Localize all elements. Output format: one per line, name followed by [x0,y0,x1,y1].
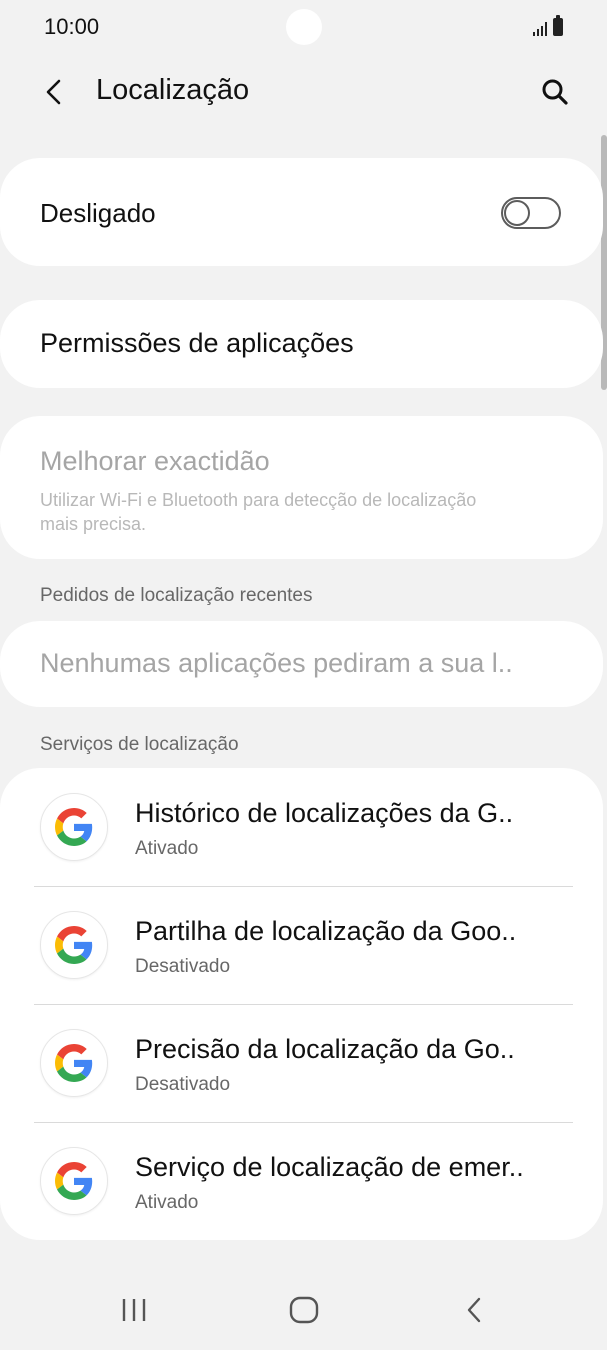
service-status: Ativado [135,838,199,859]
service-item-location-accuracy[interactable]: Precisão da localização da Go.. Desativa… [0,1004,603,1122]
google-icon [40,1147,108,1215]
improve-accuracy-title: Melhorar exactidão [40,446,270,476]
search-icon [542,79,568,105]
status-icons [533,15,563,36]
service-title: Serviço de localização de emer.. [135,1152,524,1182]
nav-back-icon [467,1297,481,1323]
battery-icon [553,15,563,36]
recent-requests-empty: Nenhumas aplicações pediram a sua l.. [40,648,513,678]
back-button[interactable] [32,70,76,114]
page-title: Localização [96,74,250,106]
recent-apps-icon [122,1299,146,1321]
google-icon [40,793,108,861]
phone-screen: 10:00 Localização Desligado Permissões d… [0,0,607,1350]
nav-back-button[interactable] [444,1288,504,1332]
service-item-location-history[interactable]: Histórico de localizações da G.. Ativado [0,768,603,886]
location-services-header: Serviços de localização [40,734,239,755]
app-permissions-label: Permissões de aplicações [40,328,354,358]
camera-cutout [286,9,322,45]
recent-apps-button[interactable] [104,1288,164,1332]
status-time: 10:00 [44,14,100,39]
chevron-left-icon [46,79,61,105]
home-icon [289,1296,319,1324]
location-toggle-card[interactable]: Desligado [0,158,603,266]
recent-requests-header: Pedidos de localização recentes [40,585,313,606]
search-button[interactable] [533,70,577,114]
service-title: Partilha de localização da Goo.. [135,916,517,946]
navigation-bar [0,1270,607,1350]
service-title: Precisão da localização da Go.. [135,1034,515,1064]
service-status: Ativado [135,1192,199,1213]
service-item-location-sharing[interactable]: Partilha de localização da Goo.. Desativ… [0,886,603,1004]
signal-icon [533,20,547,36]
google-icon [40,1029,108,1097]
location-toggle-label: Desligado [40,198,156,228]
service-item-emergency-location[interactable]: Serviço de localização de emer.. Ativado [0,1122,603,1240]
service-title: Histórico de localizações da G.. [135,798,514,828]
home-button[interactable] [274,1288,334,1332]
location-services-card: Histórico de localizações da G.. Ativado… [0,768,603,1240]
service-status: Desativado [135,1074,231,1095]
google-icon [40,911,108,979]
status-bar: 10:00 [0,0,607,56]
app-permissions-item[interactable]: Permissões de aplicações [0,300,603,388]
recent-requests-card: Nenhumas aplicações pediram a sua l.. [0,621,603,707]
service-status: Desativado [135,956,231,977]
location-toggle-switch[interactable] [501,197,561,229]
improve-accuracy-description: Utilizar Wi-Fi e Bluetooth para detecção… [40,490,477,534]
improve-accuracy-item: Melhorar exactidão Utilizar Wi-Fi e Blue… [0,416,603,559]
toggle-knob [504,200,530,226]
app-header: Localização [0,58,607,128]
